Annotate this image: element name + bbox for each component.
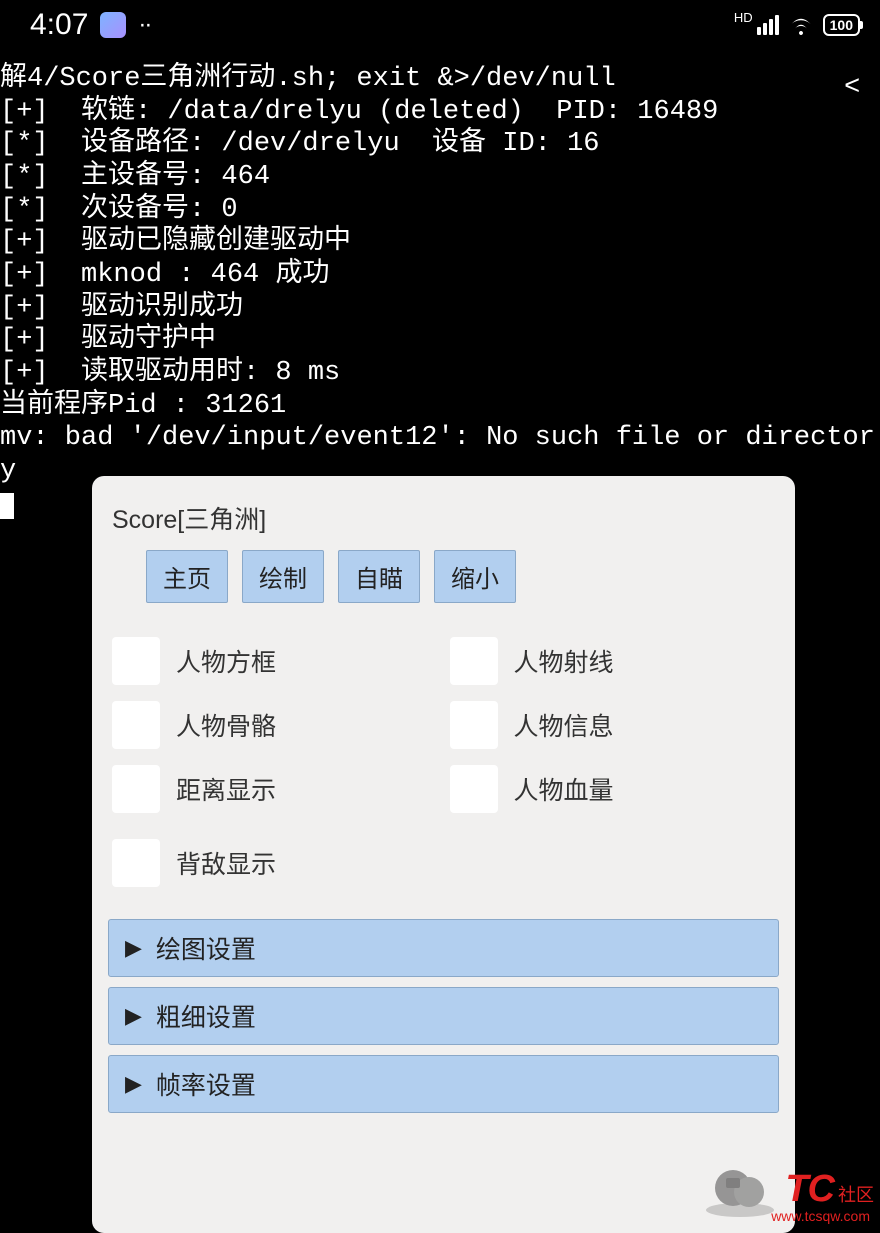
accordion-thickness-settings[interactable]: ▶ 粗细设置	[108, 987, 779, 1045]
checkbox-label: 距离显示	[168, 771, 442, 807]
checkbox-hp[interactable]	[450, 765, 498, 813]
cursor-icon	[0, 493, 14, 519]
checkbox-ray[interactable]	[450, 637, 498, 685]
checkbox-grid: 人物方框 人物射线 人物骨骼 人物信息 距离显示 人物血量	[108, 633, 779, 835]
accordion-label: 粗细设置	[156, 998, 256, 1034]
status-left: 4:07 ··	[30, 8, 150, 42]
weather-icon	[100, 12, 126, 38]
checkbox-label: 人物信息	[506, 707, 780, 743]
terminal-line: [*] 主设备号: 464	[0, 162, 270, 192]
watermark-sub: 社区	[838, 1181, 874, 1207]
battery-level: 100	[830, 17, 853, 33]
accordion-label: 绘图设置	[156, 930, 256, 966]
checkbox-label: 人物骨骼	[168, 707, 442, 743]
watermark-brand: TC	[785, 1168, 834, 1211]
status-bar: 4:07 ·· HD 100	[0, 0, 880, 47]
watermark-logo-icon	[701, 1160, 779, 1218]
chevron-right-icon: ▶	[125, 935, 142, 961]
overlay-title: Score[三角洲]	[108, 496, 779, 550]
terminal-line: [+] mknod : 464 成功	[0, 260, 329, 290]
chevron-right-icon: ▶	[125, 1003, 142, 1029]
tab-minimize[interactable]: 缩小	[434, 550, 516, 603]
checkbox-label: 人物方框	[168, 643, 442, 679]
checkbox-label: 人物血量	[506, 771, 780, 807]
checkbox-box[interactable]	[112, 637, 160, 685]
terminal-caret-icon: <	[844, 70, 860, 101]
terminal-line: 当前程序Pid : 31261	[0, 391, 286, 421]
accordion-label: 帧率设置	[156, 1066, 256, 1102]
checkbox-info[interactable]	[450, 701, 498, 749]
checkbox-label: 背敌显示	[168, 845, 779, 881]
status-dots: ··	[138, 11, 150, 39]
checkbox-skeleton[interactable]	[112, 701, 160, 749]
battery-icon: 100	[823, 14, 860, 36]
status-right: HD 100	[734, 14, 860, 36]
hd-icon: HD	[734, 10, 753, 25]
watermark-text: TC 社区	[785, 1168, 874, 1211]
wifi-icon	[789, 15, 813, 35]
checkbox-distance[interactable]	[112, 765, 160, 813]
signal-icon	[757, 15, 779, 35]
terminal-line: [+] 读取驱动用时: 8 ms	[0, 358, 340, 388]
checkbox-label: 人物射线	[506, 643, 780, 679]
terminal-line: [*] 设备路径: /dev/drelyu 设备 ID: 16	[0, 129, 599, 159]
checkbox-grid-row: 背敌显示	[108, 835, 779, 909]
accordion-fps-settings[interactable]: ▶ 帧率设置	[108, 1055, 779, 1113]
tab-home[interactable]: 主页	[146, 550, 228, 603]
tab-draw[interactable]: 绘制	[242, 550, 324, 603]
terminal-line: [*] 次设备号: 0	[0, 195, 238, 225]
clock: 4:07	[30, 8, 88, 42]
accordion-draw-settings[interactable]: ▶ 绘图设置	[108, 919, 779, 977]
terminal-line: [+] 驱动已隐藏创建驱动中	[0, 227, 351, 257]
tab-aimbot[interactable]: 自瞄	[338, 550, 420, 603]
terminal-line: [+] 驱动守护中	[0, 325, 216, 355]
checkbox-behind[interactable]	[112, 839, 160, 887]
tab-row: 主页 绘制 自瞄 缩小	[108, 550, 779, 633]
terminal-output[interactable]: 解4/Score三角洲行动.sh; exit &>/dev/null [+] 软…	[0, 47, 880, 520]
cheat-menu-overlay[interactable]: Score[三角洲] 主页 绘制 自瞄 缩小 人物方框 人物射线 人物骨骼 人物…	[92, 476, 795, 1233]
terminal-line: [+] 驱动识别成功	[0, 293, 243, 323]
chevron-right-icon: ▶	[125, 1071, 142, 1097]
terminal-line: [+] 软链: /data/drelyu (deleted) PID: 1648…	[0, 97, 718, 127]
terminal-line: 解4/Score三角洲行动.sh; exit &>/dev/null	[0, 64, 616, 94]
watermark-url: www.tcsqw.com	[771, 1208, 870, 1224]
